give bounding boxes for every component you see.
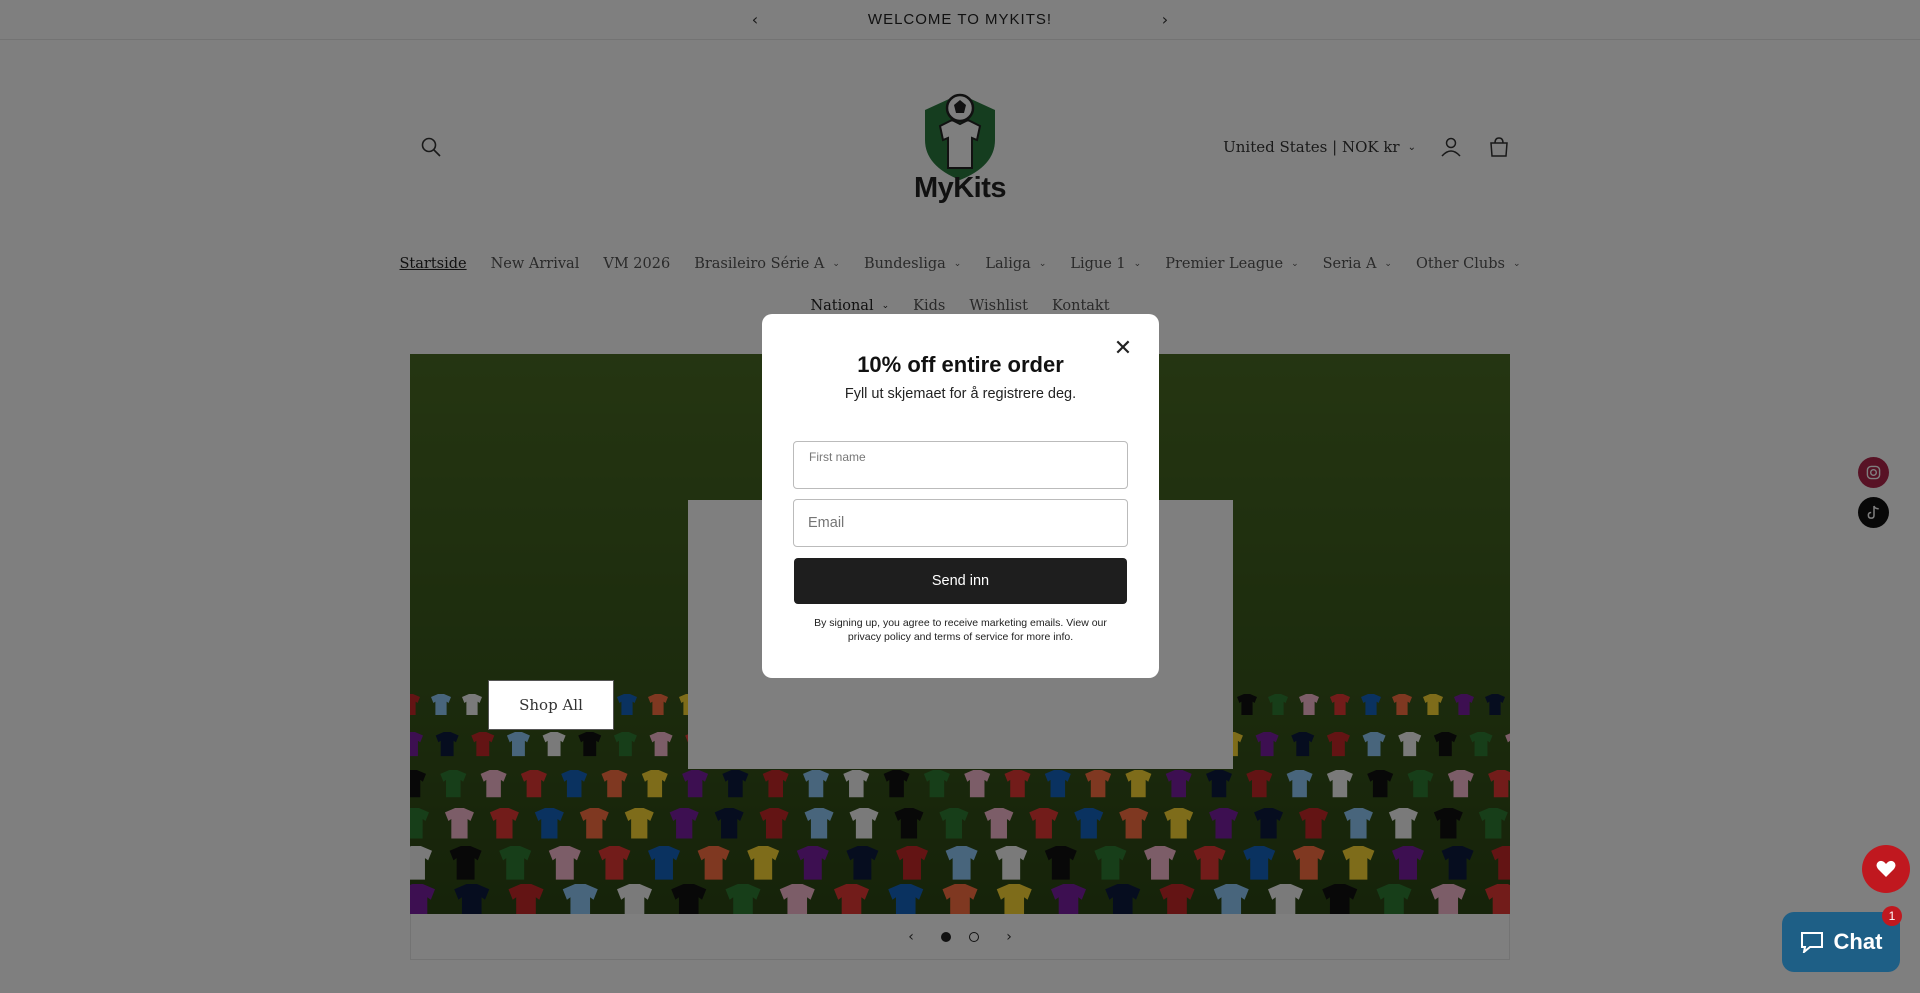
signup-popup: ✕ 10% off entire order Fyll ut skjemaet … (762, 314, 1159, 678)
popup-title: 10% off entire order (857, 352, 1064, 377)
shop-all-button[interactable]: Shop All (488, 680, 614, 730)
popup-disclaimer: By signing up, you agree to receive mark… (814, 617, 1107, 643)
chat-label: Chat (1833, 929, 1883, 954)
popup-subtitle: Fyll ut skjemaet for å registrere deg. (844, 386, 1077, 402)
email-input[interactable] (808, 500, 1113, 546)
chat-notification-badge: 1 (1882, 906, 1902, 926)
chat-bubble-icon (1800, 932, 1823, 953)
wishlist-heart-button[interactable] (1862, 845, 1910, 893)
chat-button[interactable]: Chat (1782, 912, 1900, 972)
first-name-field[interactable]: First name (793, 441, 1128, 489)
submit-button[interactable]: Send inn (794, 558, 1127, 604)
email-field[interactable] (793, 499, 1128, 547)
first-name-input[interactable] (808, 456, 1113, 488)
